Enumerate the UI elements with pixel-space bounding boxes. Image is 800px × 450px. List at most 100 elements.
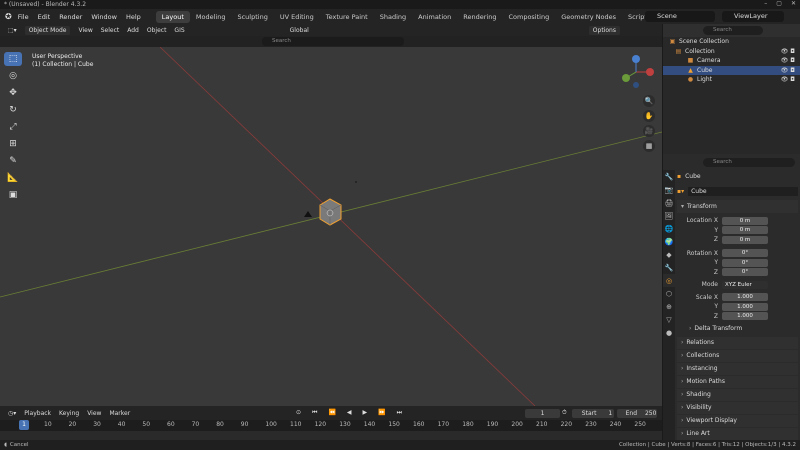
transform-panel-header[interactable]: ▾ Transform <box>677 200 798 213</box>
rotation-z-field[interactable]: 0° <box>722 268 768 277</box>
section-visibility[interactable]: › Visibility <box>677 401 798 414</box>
menu-marker[interactable]: Marker <box>109 410 130 417</box>
transform-orientation-dropdown[interactable]: Global <box>290 27 309 34</box>
viewport-search[interactable]: Search <box>262 37 404 46</box>
properties-search[interactable]: Search <box>703 158 795 167</box>
property-tab-icon[interactable]: 🔧 <box>663 261 675 274</box>
prev-key-icon[interactable]: ⏪ <box>328 409 335 417</box>
options-button[interactable]: Options <box>588 25 620 35</box>
transform-tool[interactable]: ⊞ <box>4 137 22 151</box>
property-tab-icon[interactable]: 🖼 <box>663 209 675 222</box>
tab-geometry-nodes[interactable]: Geometry Nodes <box>555 11 622 23</box>
scene-selector[interactable]: Scene <box>645 11 715 22</box>
minimize-button[interactable]: – <box>764 0 767 7</box>
location-y-field[interactable]: 0 m <box>722 226 768 235</box>
grid-view-icon[interactable]: ▦ <box>643 140 655 152</box>
viewport-canvas[interactable] <box>0 47 662 406</box>
scale-y-field[interactable]: 1.000 <box>722 302 768 311</box>
visibility-toggle[interactable]: 👁 ◘ <box>781 76 795 83</box>
menu-view[interactable]: View <box>78 27 92 34</box>
view-layer-selector[interactable]: ViewLayer <box>722 11 784 22</box>
maximize-button[interactable]: ▢ <box>776 0 782 7</box>
section-collections[interactable]: › Collections <box>677 349 798 362</box>
add-cube-tool[interactable]: ▣ <box>4 188 22 202</box>
tab-texture-paint[interactable]: Texture Paint <box>320 11 374 23</box>
select-box-tool[interactable]: ⬚ <box>4 52 22 66</box>
tab-sculpting[interactable]: Sculpting <box>231 11 273 23</box>
property-tab-icon[interactable]: 🖨 <box>663 196 675 209</box>
stopwatch-icon[interactable]: ⏱ <box>562 409 567 417</box>
menu-file[interactable]: File <box>18 13 29 21</box>
visibility-toggle[interactable]: 👁 ◘ <box>781 57 795 64</box>
next-key-icon[interactable]: ⏩ <box>378 409 385 417</box>
menu-select[interactable]: Select <box>101 27 120 34</box>
editor-type-icon[interactable]: ⬚▾ <box>8 27 17 34</box>
object-name-field[interactable]: Cube <box>688 186 798 196</box>
tab-uv-editing[interactable]: UV Editing <box>274 11 320 23</box>
close-button[interactable]: ✕ <box>791 0 796 7</box>
scale-z-field[interactable]: 1.000 <box>722 312 768 321</box>
property-tab-icon[interactable]: ● <box>663 326 675 339</box>
rotation-mode-dropdown[interactable]: XYZ Euler <box>722 280 768 289</box>
play-icon[interactable]: ▶ <box>363 409 368 417</box>
visibility-toggle[interactable]: 👁 ◘ <box>781 48 795 55</box>
property-tab-icon[interactable]: 🔧 <box>663 170 675 183</box>
blender-logo-icon[interactable]: ✪ <box>5 12 12 21</box>
visibility-toggle[interactable]: 👁 ◘ <box>781 67 795 74</box>
timeline-editor-icon[interactable]: ◷▾ <box>8 410 16 417</box>
timeline-ruler[interactable]: 1 10 20 30 40 50 60 70 80 90 100 110 120 130 140 150 160… <box>0 420 662 431</box>
location-z-field[interactable]: 0 m <box>722 235 768 244</box>
property-tab-icon[interactable]: ⊕ <box>663 300 675 313</box>
rotation-x-field[interactable]: 0° <box>722 249 768 258</box>
measure-tool[interactable]: 📐 <box>4 171 22 185</box>
property-tab-icon[interactable]: ◎ <box>663 274 675 287</box>
section-shading[interactable]: › Shading <box>677 388 798 401</box>
menu-add[interactable]: Add <box>127 27 139 34</box>
end-frame-field[interactable]: End 250 <box>617 409 657 418</box>
object-mode-dropdown[interactable]: Object Mode <box>24 25 71 35</box>
menu-help[interactable]: Help <box>126 13 141 21</box>
tab-shading[interactable]: Shading <box>374 11 412 23</box>
menu-edit[interactable]: Edit <box>38 13 51 21</box>
menu-render[interactable]: Render <box>59 13 82 21</box>
menu-object[interactable]: Object <box>147 27 167 34</box>
property-tab-icon[interactable]: 🌐 <box>663 222 675 235</box>
tab-rendering[interactable]: Rendering <box>457 11 502 23</box>
current-frame-marker[interactable]: 1 <box>19 420 29 430</box>
zoom-icon[interactable]: 🔍 <box>643 95 655 107</box>
jump-end-icon[interactable]: ⏭ <box>397 409 402 417</box>
outliner-row-light[interactable]: ● Light 👁 ◘ <box>663 75 800 85</box>
property-tab-icon[interactable]: ⬡ <box>663 287 675 300</box>
start-frame-field[interactable]: Start 1 <box>572 409 614 418</box>
menu-gis[interactable]: GIS <box>174 27 184 34</box>
section-motion-paths[interactable]: › Motion Paths <box>677 375 798 388</box>
tab-animation[interactable]: Animation <box>412 11 457 23</box>
tab-modeling[interactable]: Modeling <box>190 11 232 23</box>
outliner-row-camera[interactable]: ■ Camera 👁 ◘ <box>663 56 800 66</box>
property-tab-icon[interactable]: 📷 <box>663 183 675 196</box>
property-tab-icon[interactable]: 🌍 <box>663 235 675 248</box>
delta-transform-header[interactable]: › Delta Transform <box>677 324 798 334</box>
navigation-gizmo[interactable] <box>618 52 658 92</box>
menu-playback[interactable]: Playback <box>24 410 51 417</box>
tab-layout[interactable]: Layout <box>155 10 190 23</box>
pan-hand-icon[interactable]: ✋ <box>643 110 655 122</box>
scale-x-field[interactable]: 1.000 <box>722 293 768 302</box>
record-icon[interactable]: ⊙ <box>296 409 301 417</box>
current-frame-field[interactable]: 1 <box>525 409 560 418</box>
tab-compositing[interactable]: Compositing <box>502 11 555 23</box>
location-x-field[interactable]: 0 m <box>722 216 768 225</box>
play-reverse-icon[interactable]: ◀ <box>347 409 352 417</box>
camera-view-icon[interactable]: 🎥 <box>643 125 655 137</box>
property-tab-icon[interactable]: ▽ <box>663 313 675 326</box>
annotate-tool[interactable]: ✎ <box>4 154 22 168</box>
cursor-tool[interactable]: ◎ <box>4 69 22 83</box>
object-data-row[interactable]: ▪▾ Cube <box>677 185 798 197</box>
move-tool[interactable]: ✥ <box>4 86 22 100</box>
menu-window[interactable]: Window <box>91 13 117 21</box>
3d-viewport[interactable] <box>0 47 662 406</box>
outliner-row-scene-collection[interactable]: ▣ Scene Collection <box>663 37 800 47</box>
jump-start-icon[interactable]: ⏮ <box>312 409 317 417</box>
section-relations[interactable]: › Relations <box>677 336 798 349</box>
section-viewport-display[interactable]: › Viewport Display <box>677 414 798 427</box>
